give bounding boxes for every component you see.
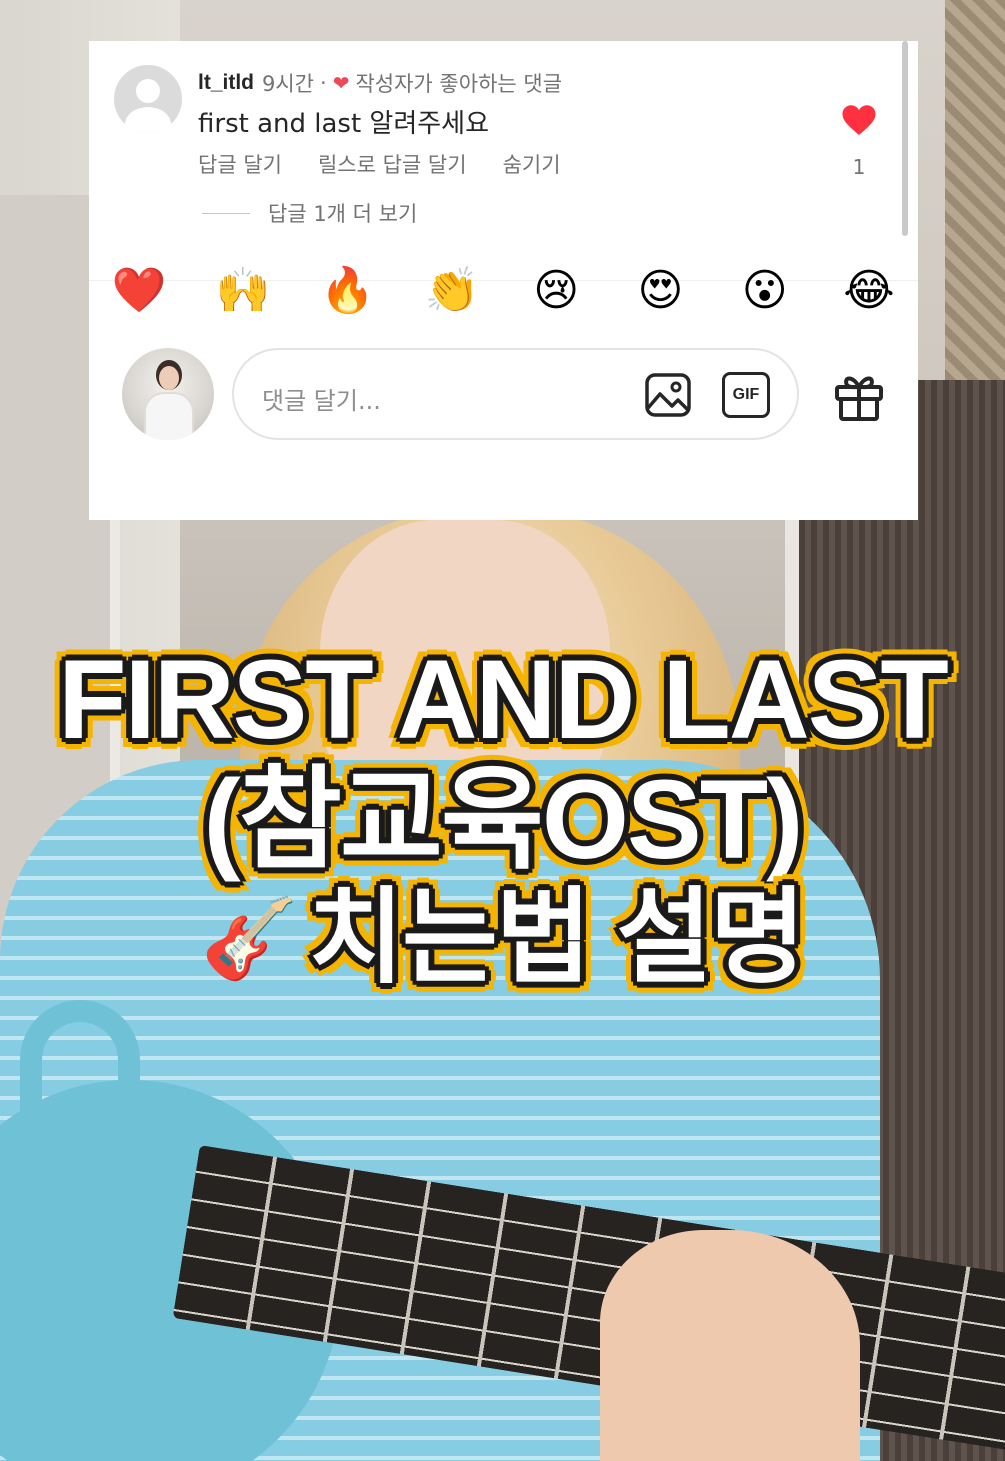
caption-line-3: 🎸 치는법 설명 <box>0 878 1005 998</box>
like-heart-icon[interactable] <box>841 103 877 137</box>
creator-heart-icon: ❤ <box>332 71 350 95</box>
creator-liked-label: 작성자가 좋아하는 댓글 <box>355 72 563 96</box>
reply-divider-line <box>202 212 250 214</box>
reels-reply-button[interactable]: 릴스로 답글 달기 <box>318 149 467 179</box>
gift-icon[interactable] <box>831 367 887 423</box>
comment-input-placeholder: 댓글 달기... <box>262 387 381 415</box>
meta-separator: · <box>320 71 327 95</box>
image-icon[interactable] <box>644 372 692 418</box>
comment-input[interactable]: 댓글 달기... GIF <box>232 348 799 440</box>
comment-text: first and last 알려주세요 <box>198 109 490 139</box>
emoji-raised-hands[interactable]: 🙌 <box>213 263 273 319</box>
view-more-replies-button[interactable]: 답글 1개 더 보기 <box>202 198 417 228</box>
comment-time: 9시간 <box>262 72 315 96</box>
emoji-heart[interactable]: ❤️ <box>109 263 169 319</box>
comment-item: lt_itld 9시간 · ❤ 작성자가 좋아하는 댓글 first and l… <box>89 41 918 281</box>
emoji-fire[interactable]: 🔥 <box>318 263 378 319</box>
comment-panel: lt_itld 9시간 · ❤ 작성자가 좋아하는 댓글 first and l… <box>89 41 918 520</box>
hide-button[interactable]: 숨기기 <box>503 149 561 179</box>
emoji-surprised[interactable]: 😮 <box>735 263 795 319</box>
caption-line-1: FIRST AND LAST <box>58 637 949 762</box>
gif-icon[interactable]: GIF <box>722 372 770 418</box>
default-avatar-icon[interactable] <box>114 65 182 133</box>
user-avatar <box>122 348 214 440</box>
basket <box>945 0 1005 380</box>
guitar-emoji-icon: 🎸 <box>201 894 299 982</box>
emoji-heart-eyes[interactable]: 😍 <box>630 263 690 319</box>
emoji-reaction-bar: ❤️ 🙌 🔥 👏 😢 😍 😮 😂 <box>109 263 899 319</box>
comment-actions: 답글 달기 릴스로 답글 달기 숨기기 <box>198 149 561 179</box>
scrollbar[interactable] <box>902 41 908 236</box>
like-count: 1 <box>852 155 866 179</box>
caption-line-2: (참교육OST) <box>203 757 804 882</box>
emoji-clap[interactable]: 👏 <box>422 263 482 319</box>
hand <box>600 1230 860 1461</box>
comment-meta: lt_itld 9시간 · ❤ 작성자가 좋아하는 댓글 <box>198 68 562 98</box>
emoji-laughing[interactable]: 😂 <box>839 263 899 319</box>
caption-line-3-text: 치는법 설명 <box>308 880 805 996</box>
emoji-crying[interactable]: 😢 <box>526 263 586 319</box>
reply-button[interactable]: 답글 달기 <box>198 149 282 179</box>
comment-username[interactable]: lt_itld <box>198 71 254 95</box>
view-replies-label: 답글 1개 더 보기 <box>268 202 418 226</box>
